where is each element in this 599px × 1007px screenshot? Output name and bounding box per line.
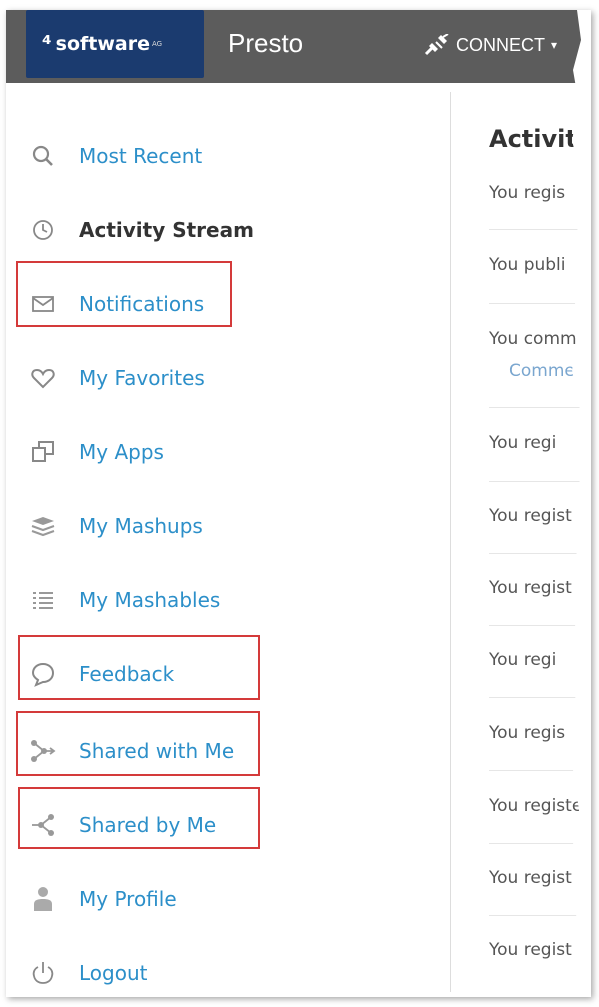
connect-label: CONNECT [456,34,545,55]
sidebar-item-label: My Profile [79,887,177,911]
sidebar-item-my-apps[interactable]: My Apps [6,424,446,480]
product-name: Presto [228,28,304,58]
list-icon [28,585,58,615]
logo-mark: ⁴ [42,31,52,57]
chevron-down-icon: ▾ [551,38,558,52]
highlight-box-shared-by-me [18,787,260,849]
sidebar-item-my-mashups[interactable]: My Mashups [6,498,446,554]
activity-item[interactable]: You comm [489,329,577,349]
plug-icon [424,34,449,56]
sidebar-item-label: My Favorites [79,366,205,390]
activity-item[interactable]: You regist [489,506,572,526]
sidebar-item-label: Logout [79,961,148,985]
logo-ag: AG [151,40,163,48]
activity-item[interactable]: You publi [489,255,566,275]
sidebar-item-label: My Mashups [79,514,203,538]
sidebar-item-label: Activity Stream [79,218,254,242]
highlight-box-shared-with-me [16,711,260,776]
power-icon [28,958,58,988]
activity-item[interactable]: You regis [489,723,565,743]
page-title: Activit [489,125,577,153]
sidebar-item-activity-stream[interactable]: Activity Stream [6,202,446,258]
highlight-box-feedback [18,635,260,700]
torn-edge [572,10,591,997]
clock-icon [28,215,58,245]
highlight-box-notifications [16,261,232,327]
activity-item[interactable]: You regi [489,433,556,453]
activity-item[interactable]: You regi [489,650,556,670]
sidebar-item-my-profile[interactable]: My Profile [6,871,446,927]
connect-menu[interactable]: CONNECT ▾ [424,34,557,56]
sidebar-item-label: My Mashables [79,588,221,612]
top-navigation-bar: ⁴ software AG Presto CONNECT ▾ [6,10,591,83]
sidebar-item-label: My Apps [79,440,164,464]
logo-text: software [55,33,150,55]
activity-item[interactable]: You regist [489,868,572,888]
sidebar-item-my-mashables[interactable]: My Mashables [6,572,446,628]
user-icon [28,884,58,914]
sidebar-item-most-recent[interactable]: Most Recent [6,128,446,184]
app-window: ⁴ software AG Presto CONNECT ▾ Most Rece… [6,10,591,997]
layers-icon [28,511,58,541]
activity-item[interactable]: You regist [489,940,572,960]
software-ag-logo[interactable]: ⁴ software AG [26,10,204,78]
activity-item[interactable]: You regis [489,183,565,203]
sidebar-item-logout[interactable]: Logout [6,945,446,997]
sidebar-item-label: Most Recent [79,144,203,168]
apps-icon [28,437,58,467]
heart-icon [28,363,58,393]
sidebar: Most Recent Activity Stream Notification… [6,83,450,997]
search-icon [28,141,58,171]
sidebar-item-my-favorites[interactable]: My Favorites [6,350,446,406]
activity-item[interactable]: You regist [489,578,572,598]
